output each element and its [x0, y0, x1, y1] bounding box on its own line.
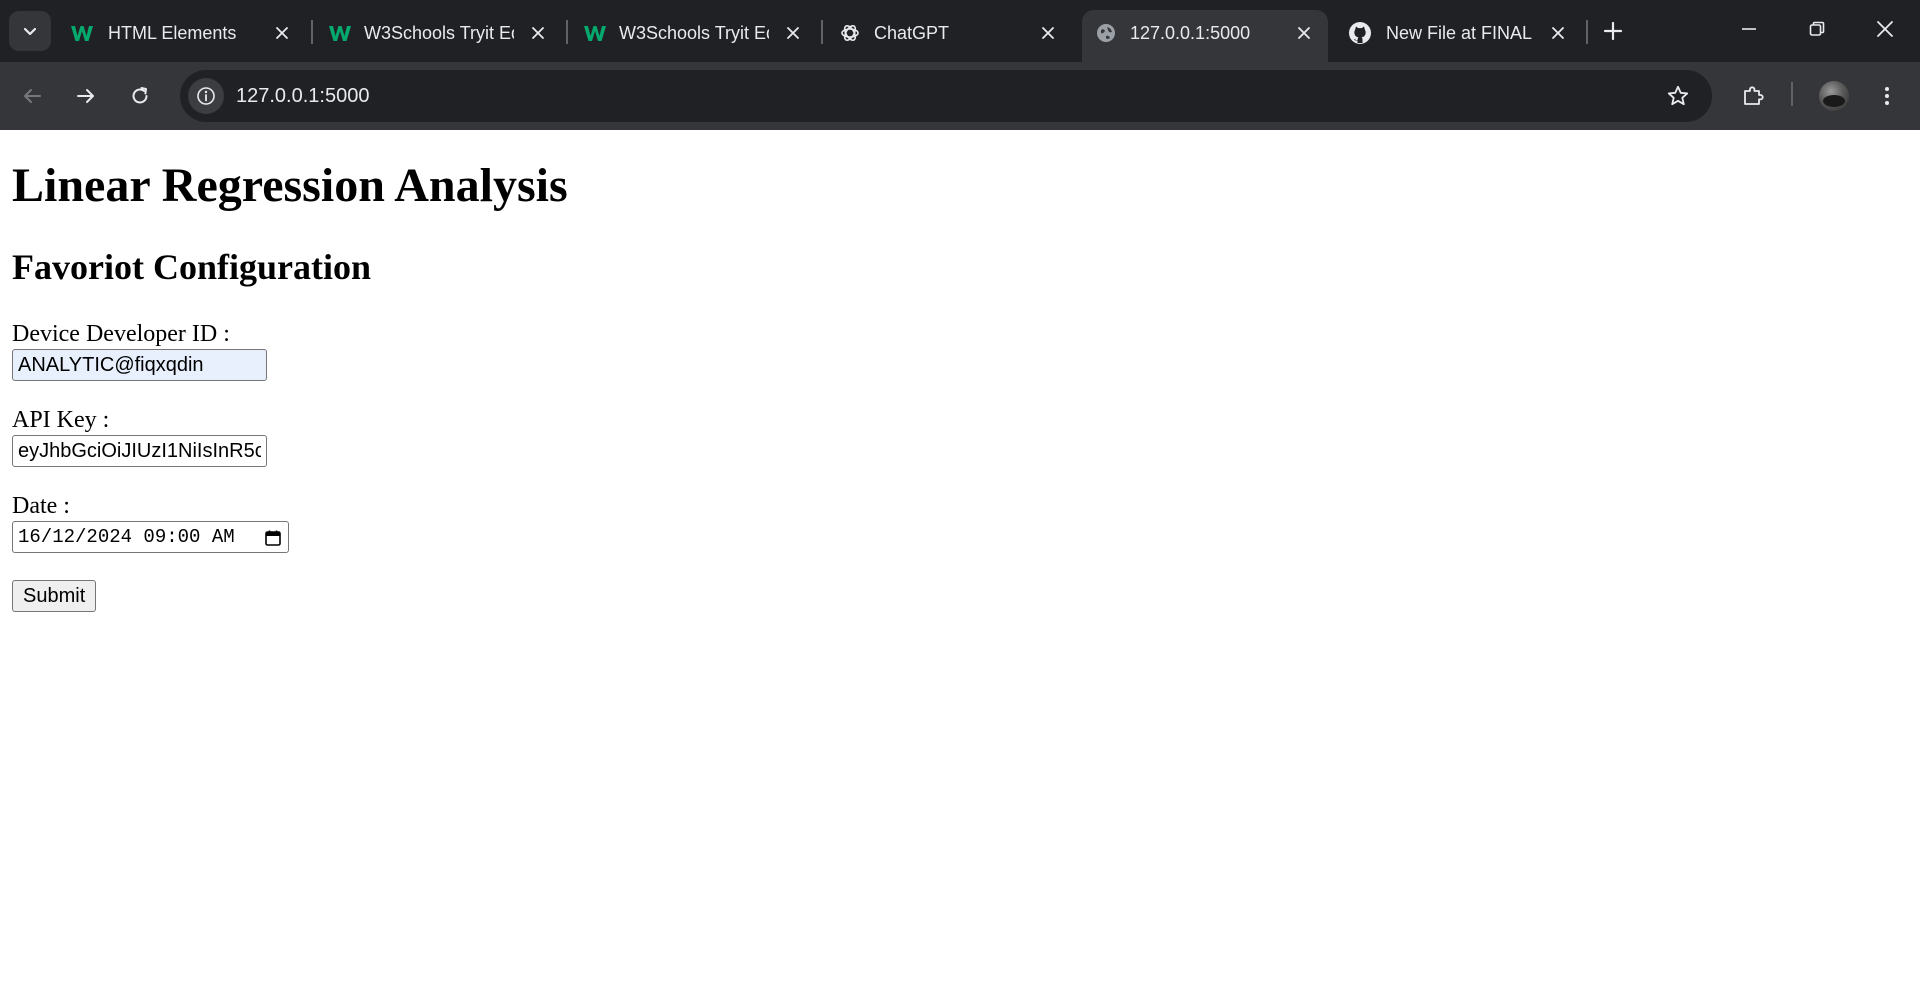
toolbar-divider — [1791, 82, 1793, 106]
page-title: Linear Regression Analysis — [12, 159, 568, 212]
chevron-down-icon — [23, 27, 37, 36]
close-window-button[interactable] — [1852, 0, 1918, 58]
chatgpt-icon — [838, 21, 862, 45]
minimize-button[interactable] — [1716, 0, 1782, 58]
browser-toolbar: 127.0.0.1:5000 — [0, 62, 1920, 130]
api-key-label: API Key : — [12, 407, 110, 433]
forward-button[interactable] — [66, 76, 106, 116]
api-key-input[interactable] — [12, 435, 267, 467]
close-icon[interactable] — [526, 21, 550, 45]
tab-title: HTML Elements — [108, 23, 237, 43]
info-icon — [197, 87, 215, 105]
tab-w3schools-tryit-2[interactable]: W3Schools Tryit Ed — [573, 10, 813, 62]
new-tab-button[interactable] — [1596, 14, 1630, 48]
arrow-right-icon — [77, 89, 94, 103]
url-text: 127.0.0.1:5000 — [236, 85, 370, 107]
date-value: 16/12/2024 09:00 AM — [18, 526, 235, 548]
date-label: Date : — [12, 493, 70, 519]
tab-title: New File at FINAL — [1386, 23, 1532, 43]
w3schools-icon — [70, 21, 94, 45]
bookmark-button[interactable] — [1662, 80, 1694, 112]
address-bar[interactable]: 127.0.0.1:5000 — [180, 70, 1712, 122]
globe-icon — [1094, 21, 1118, 45]
tab-separator — [821, 20, 823, 44]
close-icon — [1877, 21, 1893, 37]
device-id-input[interactable] — [12, 349, 267, 381]
page-content: Linear Regression Analysis Favoriot Conf… — [0, 130, 1920, 1008]
back-button[interactable] — [12, 76, 52, 116]
tab-title: W3Schools Tryit Ed — [364, 23, 514, 43]
restore-icon — [1809, 21, 1825, 36]
reload-button[interactable] — [120, 76, 160, 116]
tab-strip: HTML Elements W3Schools Tryit Ed W3Schoo… — [0, 0, 1920, 62]
minimize-icon — [1742, 28, 1756, 30]
close-icon[interactable] — [1546, 21, 1570, 45]
date-input[interactable]: 16/12/2024 09:00 AM — [12, 521, 289, 553]
device-id-label: Device Developer ID : — [12, 321, 230, 347]
plus-icon — [1603, 21, 1623, 41]
tab-html-elements[interactable]: HTML Elements — [58, 10, 298, 62]
arrow-left-icon — [24, 89, 41, 103]
w3schools-icon — [328, 21, 352, 45]
close-icon[interactable] — [781, 21, 805, 45]
w3schools-icon — [583, 21, 607, 45]
tab-title: ChatGPT — [874, 23, 950, 43]
tab-search-button[interactable] — [9, 11, 51, 51]
puzzle-icon — [1744, 86, 1764, 105]
section-title: Favoriot Configuration — [12, 247, 371, 287]
tab-chatgpt[interactable]: ChatGPT — [828, 10, 1068, 62]
menu-button[interactable] — [1867, 76, 1907, 116]
reload-icon — [132, 87, 148, 104]
tab-title: 127.0.0.1:5000 — [1130, 23, 1251, 43]
more-vertical-icon — [1885, 87, 1889, 105]
tab-w3schools-tryit-1[interactable]: W3Schools Tryit Ed — [318, 10, 558, 62]
tab-separator — [311, 20, 313, 44]
tab-separator — [1586, 20, 1588, 44]
star-icon — [1667, 85, 1689, 106]
close-icon[interactable] — [1036, 21, 1060, 45]
tab-title: W3Schools Tryit Ed — [619, 23, 769, 43]
tab-localhost[interactable]: 127.0.0.1:5000 — [1082, 10, 1328, 62]
tab-separator — [566, 20, 568, 44]
restore-button[interactable] — [1784, 0, 1850, 58]
tab-github-new-file[interactable]: New File at FINAL — [1336, 10, 1576, 62]
close-icon[interactable] — [1292, 21, 1316, 45]
github-icon — [1348, 21, 1372, 45]
site-info-button[interactable] — [188, 78, 224, 114]
close-icon[interactable] — [270, 21, 294, 45]
calendar-icon[interactable] — [262, 527, 284, 549]
profile-avatar[interactable] — [1819, 81, 1849, 111]
extensions-button[interactable] — [1733, 76, 1773, 116]
submit-button[interactable]: Submit — [12, 580, 97, 612]
